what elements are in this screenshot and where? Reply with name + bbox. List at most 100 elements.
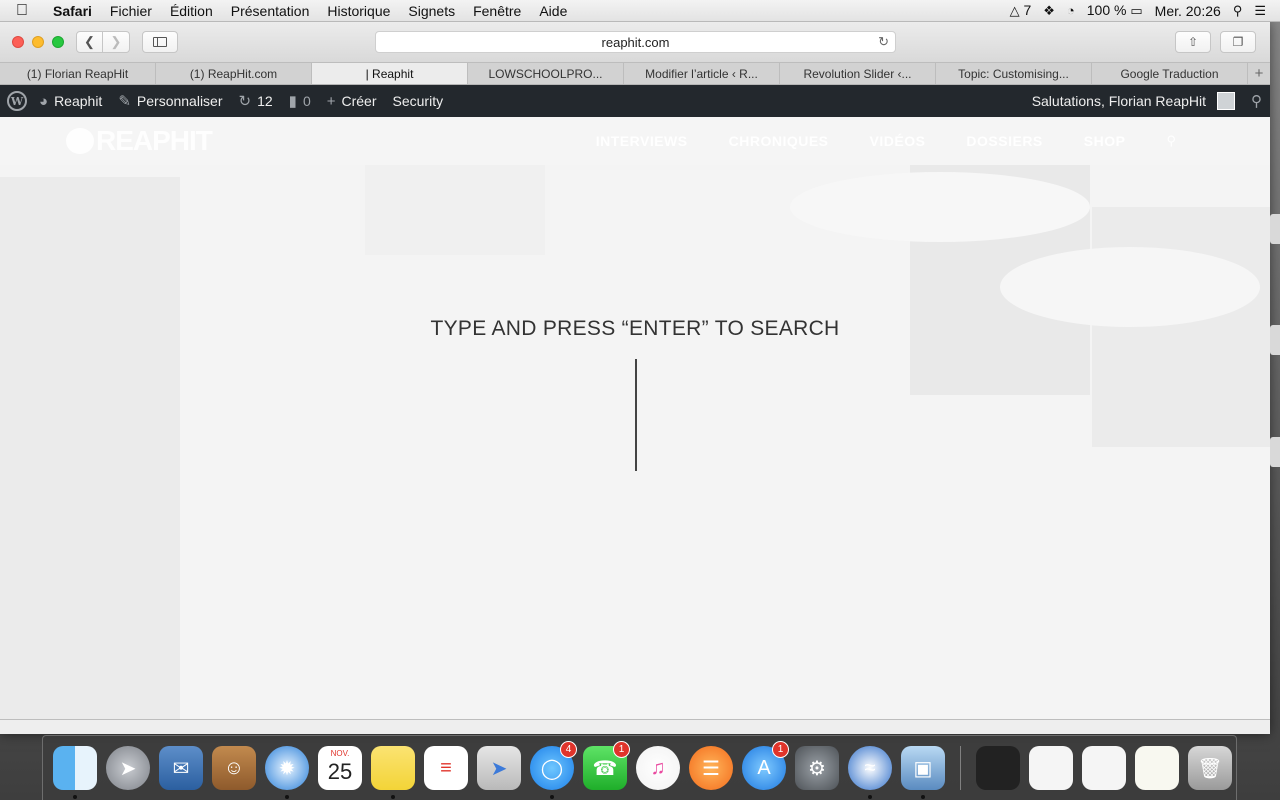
- admin-customize[interactable]: ✎ Personnaliser: [110, 92, 230, 110]
- sidebar-toggle-button[interactable]: [142, 31, 178, 53]
- back-button[interactable]: ❮: [76, 31, 103, 53]
- openoffice-icon[interactable]: ≈: [848, 746, 892, 799]
- edge-handle: [1270, 325, 1280, 355]
- nav-chroniques[interactable]: CHRONIQUES: [729, 133, 829, 149]
- plus-icon: +: [1254, 65, 1264, 82]
- calendar-icon[interactable]: NOV. 25: [318, 746, 362, 790]
- new-tab-button[interactable]: +: [1248, 63, 1270, 84]
- safari-icon[interactable]: ✹: [265, 746, 309, 799]
- menu-edition[interactable]: Édition: [161, 3, 222, 19]
- app-store-badge: 1: [772, 741, 789, 758]
- close-window-button[interactable]: [12, 36, 24, 48]
- background-photo-block: [365, 165, 545, 255]
- window-controls: [0, 36, 64, 48]
- menu-signets[interactable]: Signets: [399, 3, 464, 19]
- macos-dock: ➤ ✉ ☺ ✹ NOV. 25 ≡ ➤ ◯ 4 ☎ 1 ♫ ☰ A 1 ⚙ ≈ …: [42, 735, 1237, 800]
- search-input-caret[interactable]: [635, 359, 637, 471]
- minimized-window-thumbnail[interactable]: [1135, 746, 1179, 790]
- admin-search[interactable]: ⚲: [1243, 92, 1270, 110]
- comment-bubble-icon: ▮: [288, 93, 297, 110]
- admin-site-name[interactable]: ◕ Reaphit: [31, 93, 110, 110]
- tab-overview-button[interactable]: ❐: [1220, 31, 1256, 53]
- menu-fichier[interactable]: Fichier: [101, 3, 161, 19]
- reminders-icon[interactable]: ≡: [424, 746, 468, 790]
- battery-status[interactable]: 100 % ▭: [1087, 2, 1143, 19]
- tab-florian-reaphit[interactable]: (1) Florian ReapHit: [0, 63, 156, 84]
- messages-icon[interactable]: ◯ 4: [530, 741, 577, 799]
- mail-icon[interactable]: ✉: [159, 746, 203, 790]
- minimized-window-thumbnail[interactable]: [976, 746, 1020, 790]
- tab-modifier-article[interactable]: Modifier l’article ‹ R...: [624, 63, 780, 84]
- messages-badge: 4: [560, 741, 577, 758]
- wifi-icon[interactable]: ◔: [1067, 3, 1075, 18]
- admin-updates[interactable]: ↻ 12: [231, 92, 281, 110]
- address-bar[interactable]: reaphit.com ↻: [375, 31, 896, 53]
- maps-icon[interactable]: ➤: [477, 746, 521, 790]
- preview-icon[interactable]: ▣: [901, 746, 945, 799]
- reload-icon[interactable]: ↻: [878, 34, 889, 50]
- tab-topic-customising[interactable]: Topic: Customising...: [936, 63, 1092, 84]
- running-indicator: [73, 795, 77, 799]
- admin-account[interactable]: Salutations, Florian ReapHit: [1024, 92, 1243, 110]
- site-search-icon[interactable]: ⚲: [1166, 133, 1176, 149]
- facetime-badge: 1: [613, 741, 630, 758]
- tab-reaphit-com[interactable]: (1) ReapHit.com: [156, 63, 312, 84]
- apple-menu-icon[interactable]: : [0, 2, 44, 20]
- dropbox-icon[interactable]: ❖: [1043, 3, 1055, 19]
- share-button[interactable]: ⇧: [1175, 31, 1211, 53]
- admin-site-name-label: Reaphit: [54, 93, 103, 109]
- minimized-window-thumbnail[interactable]: [1029, 746, 1073, 790]
- admin-security[interactable]: Security: [385, 93, 452, 109]
- adobe-count: 7: [1023, 2, 1032, 18]
- menubar-clock[interactable]: Mer. 20:26: [1155, 3, 1221, 19]
- admin-comments[interactable]: ▮ 0: [281, 92, 319, 110]
- itunes-icon[interactable]: ♫: [636, 746, 680, 790]
- trash-icon[interactable]: 🗑: [1188, 746, 1232, 790]
- admin-customize-label: Personnaliser: [136, 93, 223, 109]
- nav-interviews[interactable]: INTERVIEWS: [596, 133, 688, 149]
- dock-separator: [960, 746, 961, 790]
- notification-center-icon[interactable]: ☰: [1254, 3, 1266, 19]
- notes-icon[interactable]: [371, 746, 415, 799]
- minimized-window-thumbnail[interactable]: [1082, 746, 1126, 790]
- facetime-icon[interactable]: ☎ 1: [583, 741, 630, 790]
- ibooks-icon[interactable]: ☰: [689, 746, 733, 790]
- system-preferences-icon[interactable]: ⚙: [795, 746, 839, 790]
- tab-google-traduction[interactable]: Google Traduction: [1092, 63, 1248, 84]
- admin-new[interactable]: + Créer: [319, 93, 385, 110]
- tab-overview-icon: ❐: [1232, 35, 1244, 49]
- finder-icon[interactable]: [53, 746, 97, 799]
- admin-updates-count: 12: [257, 93, 273, 109]
- admin-security-label: Security: [392, 93, 444, 109]
- tab-revolution-slider[interactable]: Revolution Slider ‹...: [780, 63, 936, 84]
- menu-historique[interactable]: Historique: [318, 3, 399, 19]
- macos-menubar:  Safari Fichier Édition Présentation Hi…: [0, 0, 1280, 22]
- tab-lowschoolpro[interactable]: LOWSCHOOLPRO...: [468, 63, 624, 84]
- site-logo[interactable]: REAPHIT: [66, 125, 213, 157]
- launchpad-icon[interactable]: ➤: [106, 746, 150, 790]
- menu-aide[interactable]: Aide: [530, 3, 576, 19]
- menu-presentation[interactable]: Présentation: [222, 3, 319, 19]
- fullscreen-window-button[interactable]: [52, 36, 64, 48]
- site-header: REAPHIT INTERVIEWS CHRONIQUES VIDÉOS DOS…: [0, 117, 1270, 165]
- contacts-icon[interactable]: ☺: [212, 746, 256, 790]
- nav-shop[interactable]: SHOP: [1084, 133, 1126, 149]
- edge-handle: [1270, 437, 1280, 467]
- tab-reaphit-active[interactable]: | Reaphit: [312, 63, 468, 84]
- calendar-day: 25: [327, 759, 353, 784]
- adobe-status[interactable]: △ 7: [1010, 2, 1032, 19]
- nav-videos[interactable]: VIDÉOS: [870, 133, 926, 149]
- menu-fenetre[interactable]: Fenêtre: [464, 3, 530, 19]
- dashboard-icon: ◕: [39, 92, 49, 110]
- menu-app-name[interactable]: Safari: [44, 3, 101, 19]
- window-bottom-edge: [0, 719, 1270, 734]
- spotlight-icon[interactable]: ⚲: [1233, 3, 1243, 19]
- search-icon: ⚲: [1251, 93, 1262, 110]
- forward-button[interactable]: ❯: [103, 31, 130, 53]
- wordpress-logo-icon[interactable]: W: [7, 91, 27, 111]
- safari-toolbar: ❮ ❯ reaphit.com ↻ ⇧ ❐: [0, 22, 1270, 62]
- chevron-right-icon: ❯: [110, 34, 122, 49]
- nav-dossiers[interactable]: DOSSIERS: [966, 133, 1042, 149]
- app-store-icon[interactable]: A 1: [742, 741, 789, 790]
- minimize-window-button[interactable]: [32, 36, 44, 48]
